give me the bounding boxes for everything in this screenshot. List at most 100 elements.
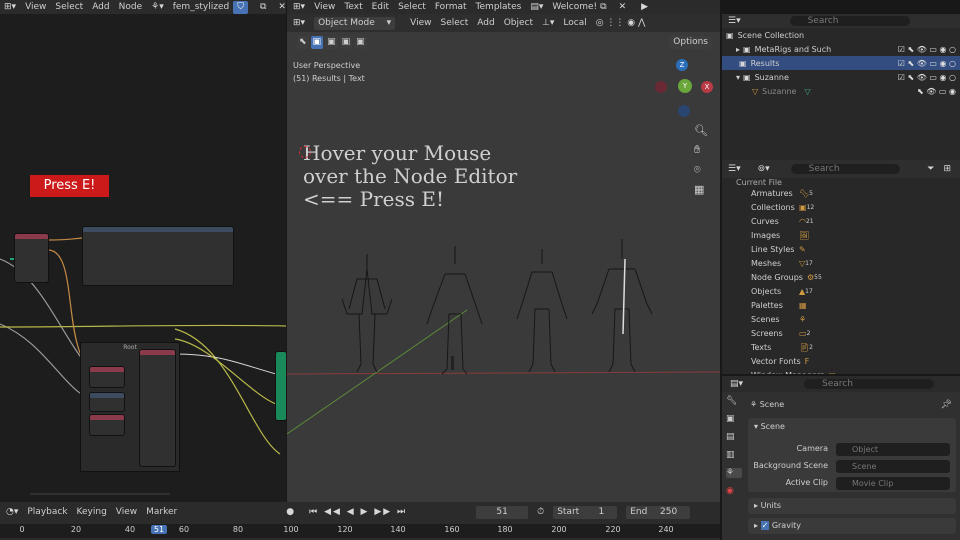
outliner-row-results[interactable]: ▣ Results ☑ ⬉ 👁︎ ▭ ◉ ○ — [722, 56, 960, 70]
node-group-input[interactable] — [14, 233, 49, 283]
current-frame-field[interactable]: 51 — [476, 505, 529, 519]
menu-playback[interactable]: Playback — [27, 507, 67, 517]
scene-tab-icon[interactable]: ⚘ — [726, 468, 742, 478]
gizmo-x[interactable]: X — [701, 81, 713, 93]
new-collection-icon[interactable]: ⊞ — [943, 164, 951, 174]
visibility-icons[interactable]: ☑ ⬉ 👁︎ ▭ ◉ ○ — [898, 45, 956, 54]
node-c[interactable] — [89, 414, 125, 436]
menu-node[interactable]: Node — [119, 2, 143, 12]
display-mode-icon[interactable]: ⊚▾ — [758, 164, 770, 174]
visibility-icons[interactable]: ⬉ 👁︎ ▭ ◉ — [917, 87, 956, 96]
playhead[interactable]: 51 — [151, 525, 167, 534]
camera-view-icon[interactable]: ⌾ — [694, 163, 708, 177]
datablock-row[interactable]: Palettes ▦ — [722, 298, 960, 312]
file-view-type-icon[interactable]: ☰▾ — [728, 164, 741, 174]
datablock-row[interactable]: Scenes ⚘ — [722, 312, 960, 326]
camera-field[interactable]: Object — [836, 443, 950, 456]
text-duplicate-icon[interactable]: ⧉ — [600, 2, 606, 12]
gizmo-y-neg[interactable] — [655, 81, 667, 93]
datablock-row[interactable]: Texts 📄︎ 2 — [722, 340, 960, 354]
datablock-row[interactable]: Objects ▲ 17 — [722, 284, 960, 298]
menu-text-text[interactable]: Text — [344, 2, 362, 12]
scene-panel-header[interactable]: ▾ Scene — [748, 418, 956, 435]
world-tab-icon[interactable]: ◉ — [726, 486, 742, 496]
outliner-type-icon[interactable]: ☰▾ — [728, 16, 741, 26]
node-tree-name[interactable]: fem_stylized — [173, 2, 230, 12]
menu-text-edit[interactable]: Edit — [372, 2, 389, 12]
text-name[interactable]: Welcome! — [552, 2, 597, 12]
tool-tab-icon[interactable]: 🔧︎ — [726, 396, 742, 406]
gravity-checkbox[interactable]: ✓ — [760, 521, 770, 530]
menu-select[interactable]: Select — [55, 2, 83, 12]
background-scene-field[interactable]: Scene — [836, 460, 950, 473]
current-file-row[interactable]: Current File — [722, 178, 960, 186]
pin-icon[interactable]: 📌︎ — [941, 400, 952, 410]
output-tab-icon[interactable]: ▤ — [726, 432, 742, 442]
datablock-row[interactable]: Images 🖼︎ — [722, 228, 960, 242]
datablock-row[interactable]: Meshes ▽ 17 — [722, 256, 960, 270]
3d-viewport[interactable]: ⊞▾ Object Mode ▾ View Select Add Object … — [287, 14, 720, 502]
node-fem-stylized[interactable] — [139, 349, 176, 467]
text-unlink-icon[interactable]: ✕ — [619, 2, 627, 12]
grid-icon[interactable]: ▦ — [694, 183, 708, 196]
visibility-icons[interactable]: ☑ ⬉ 👁︎ ▭ ◉ ○ — [898, 59, 956, 68]
node-object-info[interactable] — [82, 226, 234, 286]
outliner-row-metarigs[interactable]: ▸ ▣ MetaRigs and Such ☑ ⬉ 👁︎ ▭ ◉ ○ — [722, 42, 960, 56]
filter-icon[interactable]: ⏷ — [927, 164, 934, 174]
menu-keying[interactable]: Keying — [77, 507, 107, 517]
datablock-row[interactable]: Curves ◠ 21 — [722, 214, 960, 228]
node-green[interactable] — [275, 351, 286, 421]
menu-text-view[interactable]: View — [314, 2, 335, 12]
timeline[interactable]: ◔▾ Playback Keying View Marker ● ⏮ ◀◀ ◀ … — [0, 502, 720, 540]
gizmo-z-neg[interactable] — [678, 105, 690, 117]
node-a[interactable] — [89, 366, 125, 388]
gizmo-y[interactable]: Y — [678, 79, 692, 93]
clock-icon[interactable]: ⏱ — [537, 507, 544, 517]
outliner-search[interactable]: Search — [789, 16, 910, 26]
menu-tl-view[interactable]: View — [116, 507, 137, 517]
expand-icon[interactable]: ▸ — [736, 45, 740, 54]
editor-type-icon[interactable]: ⊞▾ — [4, 2, 16, 12]
outliner[interactable]: ☰▾ Search ▣ Scene Collection ▸ ▣ MetaRigs a… — [722, 14, 960, 160]
properties-editor[interactable]: ▤▾ Search 🔧︎ ▣ ▤ ▥ ⚘ ◉ ⚘ Scene 📌︎ ▾ Scen… — [722, 376, 960, 540]
run-script-icon[interactable]: ▶ — [641, 2, 648, 12]
menu-view[interactable]: View — [25, 2, 46, 12]
active-clip-field[interactable]: Movie Clip — [836, 477, 950, 490]
node-tree-icon[interactable]: ⚘▾ — [151, 2, 164, 12]
hand-icon[interactable]: ✋︎ — [694, 143, 708, 157]
gizmo-z[interactable]: Z — [676, 59, 688, 71]
frame-ruler[interactable]: 0 20 40 51 60 80 100 120 140 160 180 200 220 240 — [0, 524, 720, 538]
menu-text-templates[interactable]: Templates — [476, 2, 522, 12]
expand-icon[interactable]: ▾ — [736, 73, 740, 82]
datablock-row[interactable]: Collections ▣ 12 — [722, 200, 960, 214]
zoom-icon[interactable]: 🔍︎ — [694, 124, 708, 137]
duplicate-icon[interactable]: ⧉ — [260, 2, 266, 12]
blender-file-view[interactable]: ☰▾ ⊚▾ Search ⏷ ⊞ Current File Armatures 🦴… — [722, 160, 960, 374]
end-frame-field[interactable]: End 250 — [626, 505, 691, 519]
datablock-row[interactable]: Window Managers ▢ — [722, 368, 960, 375]
datablock-row[interactable]: Node Groups ⚙︎ 55 — [722, 270, 960, 284]
menu-text-select[interactable]: Select — [398, 2, 426, 12]
menu-add[interactable]: Add — [92, 2, 109, 12]
file-view-search[interactable]: Search — [790, 164, 901, 174]
fake-user-icon[interactable]: ⛉ — [233, 0, 248, 14]
navigation-gizmo[interactable]: Z X Y — [653, 59, 713, 119]
datablock-row[interactable]: Line Styles ✎ — [722, 242, 960, 256]
outliner-row-suzanne-collection[interactable]: ▾ ▣ Suzanne ☑ ⬉ 👁︎ ▭ ◉ ○ — [722, 70, 960, 84]
start-frame-field[interactable]: Start 1 — [553, 505, 618, 519]
auto-key-icon[interactable]: ● — [286, 507, 294, 517]
menu-text-format[interactable]: Format — [435, 2, 467, 12]
render-tab-icon[interactable]: ▣ — [726, 414, 742, 424]
datablock-row[interactable]: Vector Fonts F — [722, 354, 960, 368]
properties-type-icon[interactable]: ▤▾ — [730, 379, 743, 389]
playback-controls[interactable]: ⏮ ◀◀ ◀ ▶ ▶▶ ⏭ — [309, 507, 407, 517]
gravity-panel[interactable]: ▸ ✓ Gravity — [748, 518, 956, 534]
properties-search[interactable]: Search — [804, 379, 935, 389]
text-datablock-icon[interactable]: ▤▾ — [530, 2, 543, 12]
text-editor-type-icon[interactable]: ⊞▾ — [293, 2, 305, 12]
outliner-row-scene-collection[interactable]: ▣ Scene Collection — [722, 28, 960, 42]
timeline-type-icon[interactable]: ◔▾ — [6, 507, 18, 517]
node-editor[interactable]: Press E! Root — [0, 14, 286, 502]
visibility-icons[interactable]: ☑ ⬉ 👁︎ ▭ ◉ ○ — [898, 73, 956, 82]
menu-marker[interactable]: Marker — [146, 507, 177, 517]
